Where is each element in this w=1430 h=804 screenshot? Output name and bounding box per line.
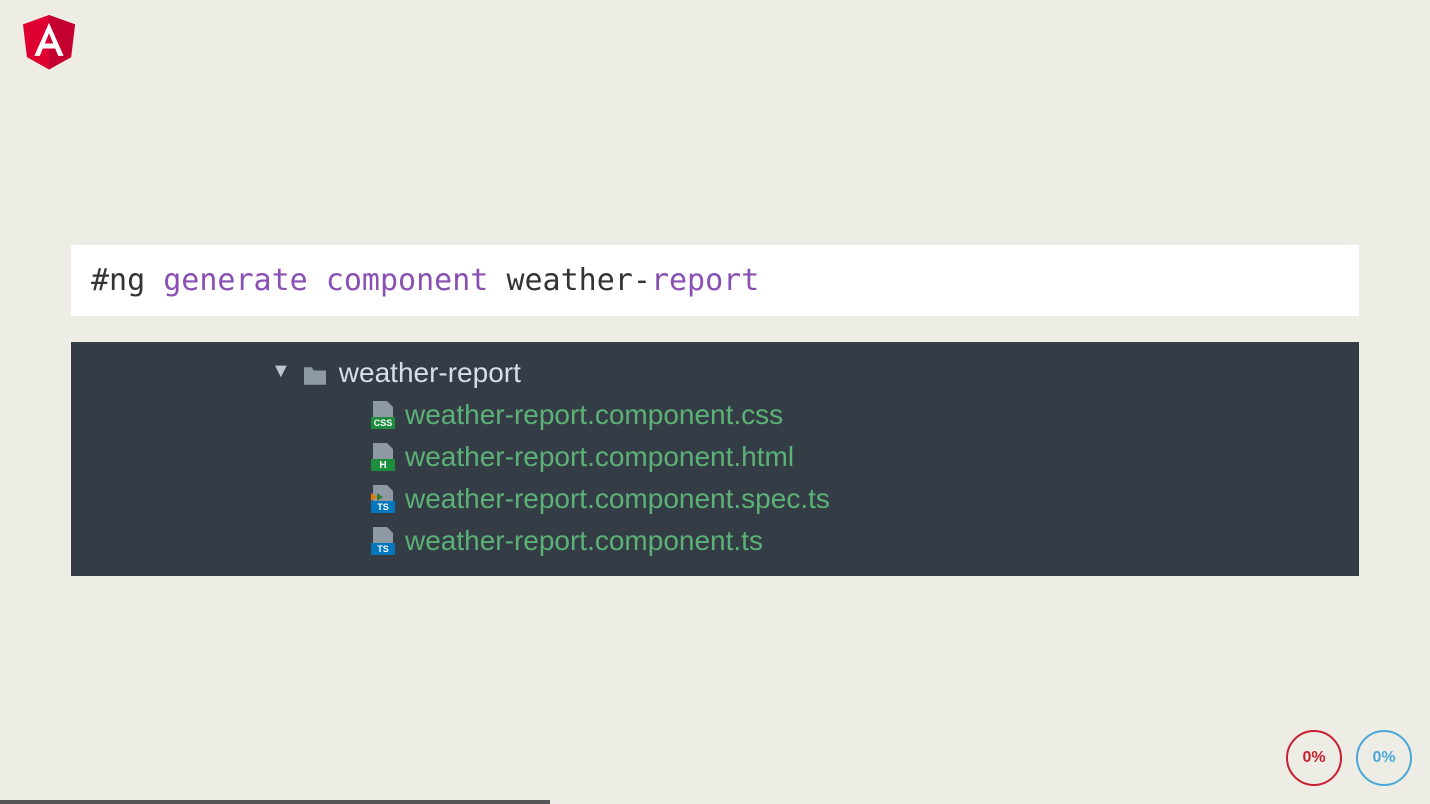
angular-logo-icon — [18, 8, 80, 74]
slide-content: #ng generate component weather-report ▼ … — [71, 245, 1359, 576]
html-file-icon: H — [371, 443, 395, 471]
file-name: weather-report.component.html — [405, 441, 794, 473]
command-line: #ng generate component weather-report — [71, 245, 1359, 316]
svg-text:CSS: CSS — [374, 418, 393, 428]
tree-file-row[interactable]: CSS weather-report.component.css — [71, 394, 1359, 436]
file-name: weather-report.component.ts — [405, 525, 763, 557]
svg-text:TS: TS — [377, 502, 389, 512]
tree-file-row[interactable]: H weather-report.component.html — [71, 436, 1359, 478]
progress-indicators: 0% 0% — [1286, 730, 1412, 786]
tree-file-row[interactable]: TS weather-report.component.spec.ts — [71, 478, 1359, 520]
ts-spec-file-icon: TS — [371, 485, 395, 513]
css-file-icon: CSS — [371, 401, 395, 429]
svg-text:H: H — [379, 460, 386, 471]
file-name: weather-report.component.css — [405, 399, 783, 431]
bottom-scrollbar[interactable] — [0, 800, 550, 804]
command-arg-part2: report — [651, 263, 759, 298]
tree-file-row[interactable]: TS weather-report.component.ts — [71, 520, 1359, 562]
tree-folder-row[interactable]: ▼ weather-report — [71, 352, 1359, 394]
folder-icon — [301, 362, 329, 384]
file-name: weather-report.component.spec.ts — [405, 483, 830, 515]
folder-name: weather-report — [339, 357, 521, 389]
progress-circle-blue: 0% — [1356, 730, 1412, 786]
chevron-down-icon[interactable]: ▼ — [271, 360, 291, 383]
command-generate: generate — [163, 263, 308, 298]
command-arg-part1: weather- — [506, 263, 651, 298]
progress-circle-red: 0% — [1286, 730, 1342, 786]
ts-file-icon: TS — [371, 527, 395, 555]
svg-text:TS: TS — [377, 544, 389, 554]
command-prefix: #ng — [91, 263, 163, 298]
command-component: component — [326, 263, 489, 298]
file-tree-panel: ▼ weather-report CSS weather-report.comp… — [71, 342, 1359, 576]
